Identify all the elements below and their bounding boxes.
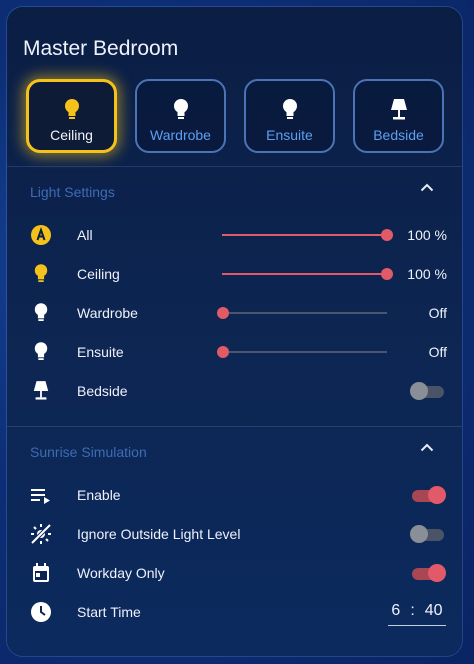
- time-separator: :: [410, 602, 415, 619]
- tile-label: Ceiling: [50, 127, 93, 143]
- sunrise-label: Enable: [77, 487, 121, 503]
- brightness-slider-ceiling[interactable]: [222, 268, 393, 280]
- lamp-icon: [389, 97, 409, 123]
- tile-bedside[interactable]: Bedside: [353, 79, 444, 153]
- collapse-sunrise-button[interactable]: [416, 439, 438, 455]
- brightness-slider-wardrobe[interactable]: [217, 307, 387, 319]
- brightness-value: Off: [428, 344, 447, 360]
- light-label: All: [77, 227, 93, 243]
- sunrise-label: Ignore Outside Light Level: [77, 526, 241, 542]
- sunrise-row-enable: Enable: [7, 480, 462, 510]
- light-row-wardrobe: Wardrobe Off: [7, 298, 462, 328]
- lamp-icon: [29, 379, 53, 403]
- sunrise-simulation-heading: Sunrise Simulation: [30, 444, 147, 460]
- tile-label: Wardrobe: [150, 127, 211, 143]
- light-label: Ensuite: [77, 344, 124, 360]
- lightbulb-icon: [281, 97, 299, 123]
- light-row-bedside: Bedside: [7, 376, 462, 406]
- tile-ensuite[interactable]: Ensuite: [244, 79, 335, 153]
- tile-wardrobe[interactable]: Wardrobe: [135, 79, 226, 153]
- brightness-slider-all[interactable]: [222, 229, 393, 241]
- chevron-up-icon: [420, 443, 434, 451]
- sunrise-row-workday: Workday Only: [7, 558, 462, 588]
- brightness-value: 100 %: [407, 266, 447, 282]
- slider-knob[interactable]: [381, 229, 393, 241]
- slider-knob[interactable]: [217, 346, 229, 358]
- light-label: Ceiling: [77, 266, 120, 282]
- start-time-input[interactable]: 6 : 40: [388, 597, 446, 626]
- start-time-label: Start Time: [77, 604, 141, 620]
- divider: [7, 426, 462, 427]
- sunrise-label: Workday Only: [77, 565, 165, 581]
- clock-icon: [29, 600, 53, 624]
- brightness-slider-ensuite[interactable]: [217, 346, 387, 358]
- collapse-light-settings-button[interactable]: [416, 179, 438, 195]
- divider: [7, 166, 462, 167]
- light-row-ensuite: Ensuite Off: [7, 337, 462, 367]
- weather-sunny-off-icon: [29, 522, 53, 546]
- enable-toggle[interactable]: [410, 486, 446, 504]
- card-title: Master Bedroom: [23, 37, 179, 60]
- slider-knob[interactable]: [217, 307, 229, 319]
- bedside-toggle[interactable]: [410, 382, 446, 400]
- sunrise-row-ignore-light: Ignore Outside Light Level: [7, 519, 462, 549]
- lightbulb-icon: [29, 340, 53, 364]
- workday-only-toggle[interactable]: [410, 564, 446, 582]
- calendar-today-icon: [29, 561, 53, 585]
- light-label: Bedside: [77, 383, 128, 399]
- lightbulb-icon: [172, 97, 190, 123]
- chevron-up-icon: [420, 183, 434, 191]
- light-settings-heading: Light Settings: [30, 184, 115, 200]
- lightbulb-icon: [63, 97, 81, 123]
- auto-brightness-icon: [29, 223, 53, 247]
- light-row-ceiling: Ceiling 100 %: [7, 259, 462, 289]
- playlist-play-icon: [29, 483, 53, 507]
- master-bedroom-card: Master Bedroom Ceiling Wardrobe Ensuite …: [7, 7, 462, 656]
- start-time-minute[interactable]: 40: [425, 602, 443, 620]
- tile-label: Ensuite: [266, 127, 313, 143]
- sunrise-row-start-time: Start Time 6 : 40: [7, 597, 462, 627]
- brightness-value: Off: [428, 305, 447, 321]
- tile-ceiling[interactable]: Ceiling: [26, 79, 117, 153]
- light-row-all: All 100 %: [7, 220, 462, 250]
- light-label: Wardrobe: [77, 305, 138, 321]
- ignore-outside-light-toggle[interactable]: [410, 525, 446, 543]
- lightbulb-icon: [29, 262, 53, 286]
- brightness-value: 100 %: [407, 227, 447, 243]
- start-time-hour[interactable]: 6: [391, 602, 400, 620]
- tile-label: Bedside: [373, 127, 424, 143]
- lightbulb-icon: [29, 301, 53, 325]
- slider-knob[interactable]: [381, 268, 393, 280]
